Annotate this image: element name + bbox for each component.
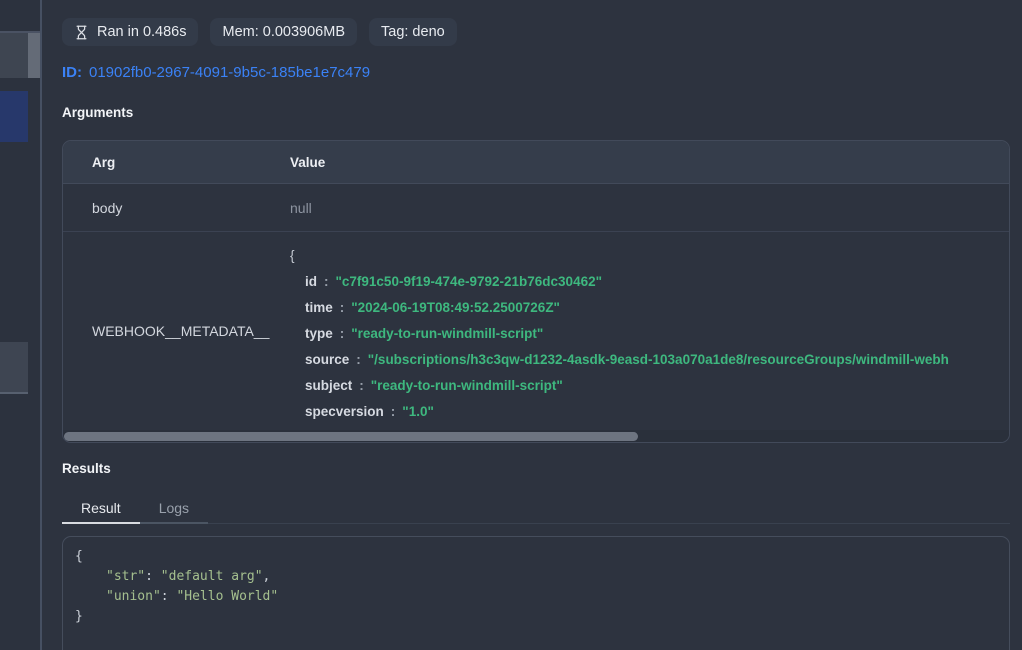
- horizontal-scrollbar[interactable]: [63, 430, 1009, 442]
- tab-result[interactable]: Result: [62, 494, 140, 524]
- results-heading: Results: [62, 461, 111, 476]
- runtime-badge-label: Ran in 0.486s: [97, 24, 186, 40]
- horizontal-scrollbar-thumb[interactable]: [64, 432, 638, 441]
- job-id-label: ID:: [62, 64, 82, 81]
- sidebar-partial: [0, 0, 40, 650]
- sidebar-item-block-top[interactable]: [0, 33, 28, 78]
- memory-badge: Mem: 0.003906MB: [210, 18, 357, 46]
- table-row: body null: [63, 184, 1009, 232]
- code-line: "str": "default arg",: [75, 567, 997, 587]
- arg-name-cell: body: [63, 200, 290, 216]
- arguments-table-header: Arg Value: [63, 141, 1009, 184]
- arg-name-cell: WEBHOOK__METADATA__: [63, 232, 290, 430]
- json-field: specversion:"1.0": [290, 399, 1009, 425]
- code-line: }: [75, 607, 997, 627]
- result-open-brace: {: [75, 549, 83, 564]
- json-field: time:"2024-06-19T08:49:52.2500726Z": [290, 295, 1009, 321]
- json-field: type:"ready-to-run-windmill-script": [290, 321, 1009, 347]
- result-json-panel: { "str": "default arg", "union": "Hello …: [62, 536, 1010, 650]
- sidebar-item-block-top-edge: [28, 33, 40, 78]
- sidebar-item-block-bottom[interactable]: [0, 342, 28, 394]
- arguments-table: Arg Value body null WEBHOOK__METADATA__ …: [62, 140, 1010, 443]
- code-line: {: [75, 547, 997, 567]
- sidebar-item-selected[interactable]: [0, 91, 28, 142]
- json-open-brace: {: [290, 248, 295, 263]
- hourglass-icon: [74, 25, 89, 40]
- json-field: source:"/subscriptions/h3c3qw-d1232-4asd…: [290, 347, 1009, 373]
- run-stats-row: Ran in 0.486s Mem: 0.003906MB Tag: deno: [62, 18, 457, 46]
- arg-value-cell: null: [290, 200, 312, 216]
- table-row: WEBHOOK__METADATA__ { id:"c7f91c50-9f19-…: [63, 232, 1009, 430]
- column-header-value: Value: [290, 155, 325, 170]
- json-field: subject:"ready-to-run-windmill-script": [290, 373, 1009, 399]
- column-header-arg: Arg: [63, 155, 290, 170]
- runtime-badge: Ran in 0.486s: [62, 18, 198, 46]
- tab-logs[interactable]: Logs: [140, 494, 208, 524]
- metadata-json-viewer: { id:"c7f91c50-9f19-474e-9792-21b76dc304…: [290, 232, 1009, 430]
- result-close-brace: }: [75, 609, 83, 624]
- job-id-line: ID: 01902fb0-2967-4091-9b5c-185be1e7c479: [62, 64, 370, 81]
- code-line: "union": "Hello World": [75, 587, 997, 607]
- job-id-link[interactable]: 01902fb0-2967-4091-9b5c-185be1e7c479: [89, 64, 370, 81]
- run-detail-panel: Ran in 0.486s Mem: 0.003906MB Tag: deno …: [42, 0, 1022, 650]
- json-field: id:"c7f91c50-9f19-474e-9792-21b76dc30462…: [290, 269, 1009, 295]
- tag-badge: Tag: deno: [369, 18, 457, 46]
- arguments-heading: Arguments: [62, 105, 133, 120]
- results-tabs: Result Logs: [62, 494, 1010, 524]
